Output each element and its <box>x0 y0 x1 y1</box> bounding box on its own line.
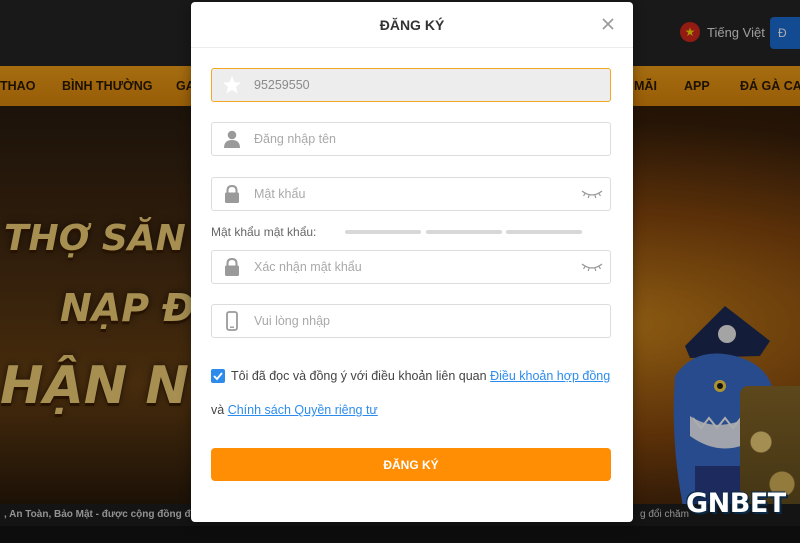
password-strength-label: Mật khẩu mật khẩu: <box>211 225 317 239</box>
strength-bar-1 <box>345 230 421 234</box>
phone-field[interactable] <box>211 304 611 338</box>
modal-title: ĐĂNG KÝ <box>379 17 445 33</box>
close-icon[interactable] <box>599 15 617 33</box>
agree-text: Tôi đã đọc và đồng ý với điều khoản liên… <box>231 369 487 383</box>
agree-text-row: Tôi đã đọc và đồng ý với điều khoản liên… <box>231 369 610 383</box>
lock-icon <box>225 184 239 203</box>
and-text: và <box>211 403 225 417</box>
user-icon <box>224 130 240 148</box>
register-modal: ĐĂNG KÝ Mật khẩu mật khẩu: <box>191 2 633 522</box>
username-field[interactable] <box>211 122 611 156</box>
confirm-password-field[interactable] <box>211 250 611 284</box>
invite-code-field[interactable] <box>211 68 611 102</box>
star-icon <box>223 76 241 94</box>
strength-bar-3 <box>506 230 582 234</box>
username-input[interactable] <box>254 123 564 155</box>
gnbet-logo: GNBET <box>686 488 786 519</box>
password-field[interactable] <box>211 177 611 211</box>
eye-closed-icon[interactable] <box>581 188 603 200</box>
privacy-row: và Chính sách Quyền riêng tư <box>211 403 378 417</box>
agree-checkbox[interactable] <box>211 369 225 383</box>
register-submit-button[interactable]: ĐĂNG KÝ <box>211 448 611 481</box>
privacy-link[interactable]: Chính sách Quyền riêng tư <box>228 403 378 417</box>
checkmark-icon <box>213 372 223 381</box>
terms-link[interactable]: Điều khoản hợp đồng <box>490 369 610 383</box>
eye-closed-icon[interactable] <box>581 261 603 273</box>
modal-header: ĐĂNG KÝ <box>191 2 633 48</box>
invite-code-input[interactable] <box>254 69 564 101</box>
phone-icon <box>226 311 238 331</box>
strength-bar-2 <box>426 230 502 234</box>
password-input[interactable] <box>254 178 564 210</box>
phone-input[interactable] <box>254 305 564 337</box>
lock-icon <box>225 257 239 276</box>
confirm-password-input[interactable] <box>254 251 564 283</box>
